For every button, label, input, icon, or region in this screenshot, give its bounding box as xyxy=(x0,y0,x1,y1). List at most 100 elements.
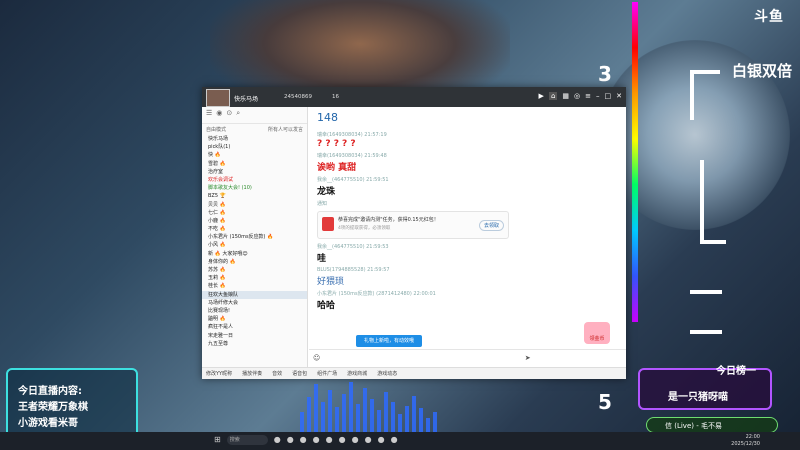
home-icon[interactable]: ⌂ xyxy=(548,92,558,100)
taskbar-icons: ⊞ 搜索 ● ● ● ● ● ● ● ● ● ● xyxy=(214,435,398,445)
channel-item[interactable]: 苏苏 🔥 xyxy=(202,266,307,274)
channel-item[interactable]: 比赛现场! xyxy=(202,307,307,315)
chat-input[interactable] xyxy=(323,350,523,360)
list-icon[interactable]: ☰ xyxy=(206,109,212,121)
clock-date: 2025/12/30 xyxy=(731,441,760,447)
notice-sub: 4项的提取获得，必须领取 xyxy=(338,226,391,231)
app-icon[interactable]: ● xyxy=(391,435,398,445)
message-text: 哇 xyxy=(317,254,327,264)
visualizer-bar xyxy=(314,384,318,432)
visualizer-bar xyxy=(384,392,388,432)
location-icon[interactable]: ⊙ xyxy=(226,109,232,121)
speak-permission: 所有人可以发言 xyxy=(267,127,303,133)
channel-item[interactable]: 雪碧 🔥 xyxy=(202,160,307,168)
toolbar-button[interactable]: 语音包 xyxy=(292,370,307,377)
channel-item[interactable]: 治疗室 xyxy=(202,168,307,176)
video-icon[interactable]: ▶ xyxy=(539,92,544,100)
app-icon[interactable]: ● xyxy=(352,435,359,445)
menu-icon[interactable]: ≡ xyxy=(585,92,591,100)
app-icon[interactable]: ● xyxy=(339,435,346,445)
start-icon[interactable]: ⊞ xyxy=(214,435,221,445)
channel-item[interactable]: 脚本歌友大会! (10) xyxy=(202,184,307,192)
channel-item[interactable]: 马场纤修大会 xyxy=(202,299,307,307)
channel-item[interactable]: 新 🔥 大家好哦😊 xyxy=(202,250,307,258)
toolbar-button[interactable]: 游戏动态 xyxy=(377,370,397,377)
search-icon[interactable]: ⌕ xyxy=(236,109,240,121)
channel-item[interactable]: 快 🔥 xyxy=(202,151,307,159)
toolbar-button[interactable]: 播放伴奏 xyxy=(242,370,262,377)
channel-item[interactable]: pick队(1) xyxy=(202,143,307,151)
window-controls: ▶ ⌂ ▦ ◎ ≡ – □ ✕ xyxy=(539,92,622,100)
gift-badge[interactable]: 领金币 xyxy=(584,322,610,344)
visualizer-bar xyxy=(342,394,346,432)
channel-item[interactable]: 身体你的 🔥 xyxy=(202,258,307,266)
channel-item[interactable]: 快乐马场 xyxy=(202,135,307,143)
app-icon[interactable]: ● xyxy=(287,435,294,445)
visualizer-bar xyxy=(307,397,311,432)
app-icon[interactable]: ● xyxy=(378,435,385,445)
message-meta[interactable]: 我余__(464775510) 21:59:53 xyxy=(317,243,618,250)
info-line-1: 今日直播内容: xyxy=(18,386,82,397)
info-line-3: 小游戏看米哥 xyxy=(18,418,78,429)
message-text: ? ? ? ? ? xyxy=(317,139,356,149)
minimize-icon[interactable]: – xyxy=(596,92,600,100)
close-icon[interactable]: ✕ xyxy=(616,92,622,100)
sidebar-toolbar: ☰ ◉ ⊙ ⌕ xyxy=(202,107,307,124)
app-icon[interactable]: ● xyxy=(300,435,307,445)
notice-card[interactable]: 恭喜完成"邀请内测"任务，获得0.15元红包！ 4项的提取获得，必须领取 去领取 xyxy=(317,211,509,239)
emoji-icon[interactable]: ☺ xyxy=(313,354,320,362)
visualizer-bar xyxy=(335,407,339,432)
channel-item[interactable]: 贝贝 🔥 xyxy=(202,201,307,209)
toolbar-button[interactable]: 音效 xyxy=(272,370,282,377)
channel-item[interactable]: 宋走雅一日 xyxy=(202,332,307,340)
channel-item[interactable]: 桂长 🔥 xyxy=(202,282,307,290)
notice-title: 恭喜完成"邀请内测"任务，获得0.15元红包！ xyxy=(338,217,439,223)
red-packet-icon xyxy=(322,217,334,231)
message-meta[interactable]: 瑞幸(1649308034) 21:57:19 xyxy=(317,131,618,138)
app-icon[interactable]: ● xyxy=(313,435,320,445)
send-icon[interactable]: ➤ xyxy=(525,354,531,362)
message-meta[interactable]: 瑞幸(1649308034) 21:59:48 xyxy=(317,152,618,159)
chat-message: 小东君片 (150ms反应款) (2871412480) 22:00:01 哈哈 xyxy=(309,290,626,311)
notice-header: 通知 xyxy=(317,201,328,207)
app-icon[interactable]: ● xyxy=(365,435,372,445)
app-icon[interactable]: ● xyxy=(274,435,281,445)
message-meta[interactable]: 我余__(464775510) 21:59:51 xyxy=(317,176,618,183)
visualizer-bar xyxy=(363,388,367,432)
channel-item[interactable]: 小东君片 (150ms反应款) 🔥 xyxy=(202,233,307,241)
maximize-icon[interactable]: □ xyxy=(605,92,612,100)
channel-item[interactable]: 七仁 🔥 xyxy=(202,209,307,217)
input-row: ☺ ➤ xyxy=(309,349,626,366)
claim-button[interactable]: 去领取 xyxy=(478,220,504,231)
toolbar-button[interactable]: 游戏商城 xyxy=(347,370,367,377)
gift-tip[interactable]: 礼物上新啦，有动效哦 xyxy=(356,335,422,347)
visualizer-bar xyxy=(419,408,423,432)
window-titlebar: 快乐马场 24540869 16 ▶ ⌂ ▦ ◎ ≡ – □ ✕ xyxy=(202,87,626,107)
channel-item[interactable]: 不吃 🔥 xyxy=(202,225,307,233)
message-meta[interactable]: BLUS(1794885528) 21:59:57 xyxy=(317,267,618,273)
audio-visualizer xyxy=(300,380,440,432)
channel-item[interactable]: 疯狂不是人 xyxy=(202,323,307,331)
channel-item[interactable]: 玉莉 🔥 xyxy=(202,274,307,282)
channel-item[interactable]: 九五至尊 xyxy=(202,340,307,348)
toolbar-button[interactable]: 组件广场 xyxy=(317,370,337,377)
channel-item[interactable]: 欢乐会调试 xyxy=(202,176,307,184)
grid-icon[interactable]: ▦ xyxy=(562,92,569,100)
app-icon[interactable]: ● xyxy=(326,435,333,445)
visualizer-bar xyxy=(370,399,374,432)
message-list-2: 我余__(464775510) 21:59:53 哇 BLUS(1794885528… xyxy=(309,243,626,311)
message-meta[interactable]: 小东君片 (150ms反应款) (2871412480) 22:00:01 xyxy=(317,290,618,297)
channel-item[interactable]: 鼬明 🔥 xyxy=(202,315,307,323)
channel-item[interactable]: 小风 🔥 xyxy=(202,241,307,249)
gamepad-icon[interactable]: ◎ xyxy=(574,92,580,100)
toolbar-button[interactable]: 修改YY昵称 xyxy=(206,370,232,377)
taskbar-clock: 22:00 2025/12/30 xyxy=(731,434,760,448)
channel-item[interactable]: 小鹿 🔥 xyxy=(202,217,307,225)
chat-message: 我余__(464775510) 21:59:53 哇 xyxy=(309,243,626,264)
channel-item[interactable]: BZ5 🏆 xyxy=(202,192,307,200)
channel-item[interactable]: 狂欢大鱼娘队 xyxy=(202,290,307,299)
taskbar-search[interactable]: 搜索 xyxy=(226,435,268,445)
visualizer-bar xyxy=(300,412,304,432)
mic-icon[interactable]: ◉ xyxy=(216,109,222,121)
room-avatar[interactable] xyxy=(206,89,230,107)
